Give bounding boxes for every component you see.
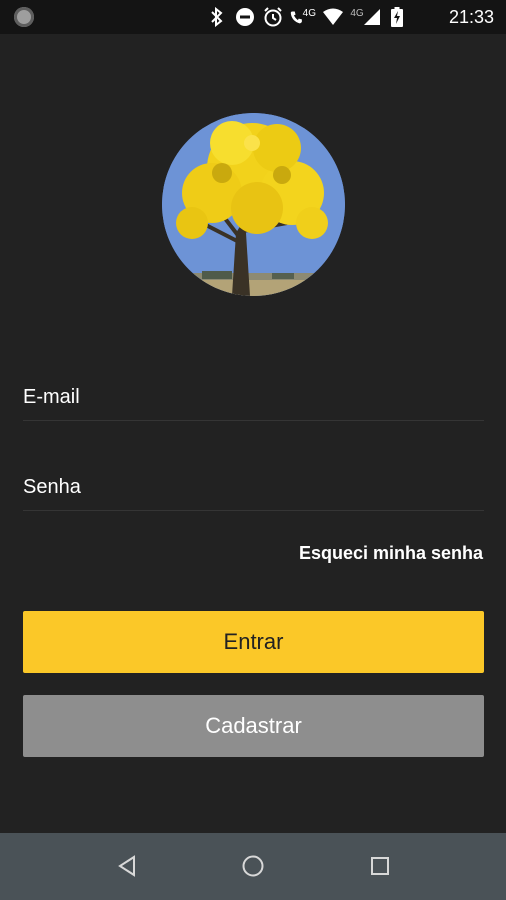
- notification-dot-icon: [14, 7, 34, 27]
- password-input[interactable]: [23, 464, 484, 510]
- password-field[interactable]: [23, 464, 484, 511]
- home-icon[interactable]: [240, 853, 266, 879]
- forgot-password-link[interactable]: Esqueci minha senha: [299, 543, 483, 564]
- clock: 21:33: [448, 7, 494, 27]
- status-bar: 4G 4G 21:33: [0, 0, 506, 34]
- status-icons: 4G 4G: [206, 6, 408, 28]
- do-not-disturb-icon: [234, 6, 256, 28]
- signal-icon: 4G: [350, 6, 380, 28]
- login-button[interactable]: Entrar: [23, 611, 484, 673]
- register-button[interactable]: Cadastrar: [23, 695, 484, 757]
- back-icon[interactable]: [114, 853, 140, 879]
- wifi-icon: [322, 6, 344, 28]
- bluetooth-icon: [206, 6, 228, 28]
- wifi-call-icon: 4G: [290, 6, 316, 28]
- email-input[interactable]: [23, 374, 484, 420]
- recents-icon[interactable]: [367, 853, 393, 879]
- battery-charging-icon: [386, 6, 408, 28]
- email-field[interactable]: [23, 374, 484, 421]
- tree-image: [162, 113, 345, 296]
- navigation-bar: [0, 833, 506, 900]
- alarm-icon: [262, 6, 284, 28]
- app-logo-avatar: [162, 113, 345, 296]
